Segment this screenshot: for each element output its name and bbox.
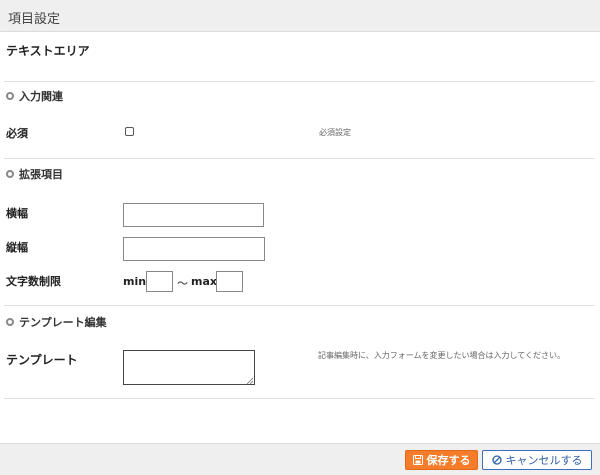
template-textarea[interactable]	[123, 350, 255, 385]
char-limit-label: 文字数制限	[6, 275, 61, 288]
divider	[4, 305, 595, 306]
section-heading-extension: 拡張項目	[6, 166, 63, 182]
section-heading-input: 入力関連	[6, 88, 63, 104]
dialog-title: 項目設定	[8, 12, 61, 27]
required-label: 必須	[6, 127, 28, 140]
resize-grip-icon[interactable]	[246, 377, 253, 384]
cancel-label: キャンセルする	[505, 454, 583, 467]
section-title: 入力関連	[19, 90, 63, 103]
height-label: 縦幅	[6, 241, 28, 254]
item-name: テキストエリア	[6, 44, 90, 58]
max-label: max	[191, 275, 217, 288]
dialog-header: 項目設定	[0, 0, 600, 32]
divider	[4, 158, 595, 159]
prohibited-icon	[491, 455, 502, 465]
section-title: 拡張項目	[19, 168, 63, 181]
cancel-button[interactable]: キャンセルする	[482, 450, 592, 470]
divider	[4, 81, 595, 82]
circle-icon	[6, 318, 14, 326]
section-heading-template: テンプレート編集	[6, 314, 107, 330]
required-hint: 必須設定	[319, 128, 351, 137]
template-label: テンプレート	[6, 353, 78, 367]
floppy-disk-icon	[412, 455, 423, 465]
circle-icon	[6, 170, 14, 178]
circle-icon	[6, 92, 14, 100]
required-checkbox[interactable]	[125, 127, 134, 136]
template-hint: 記事編集時に、入力フォームを変更したい場合は入力してください。	[318, 351, 566, 360]
min-label: min	[123, 275, 147, 288]
width-label: 横幅	[6, 207, 28, 220]
min-input[interactable]	[146, 271, 173, 292]
section-title: テンプレート編集	[19, 316, 107, 329]
width-input[interactable]	[123, 203, 264, 227]
range-separator: 〜	[177, 277, 188, 290]
max-input[interactable]	[216, 271, 243, 292]
height-input[interactable]	[123, 237, 265, 261]
save-button[interactable]: 保存する	[405, 450, 478, 470]
save-label: 保存する	[426, 454, 471, 467]
divider	[4, 398, 595, 399]
